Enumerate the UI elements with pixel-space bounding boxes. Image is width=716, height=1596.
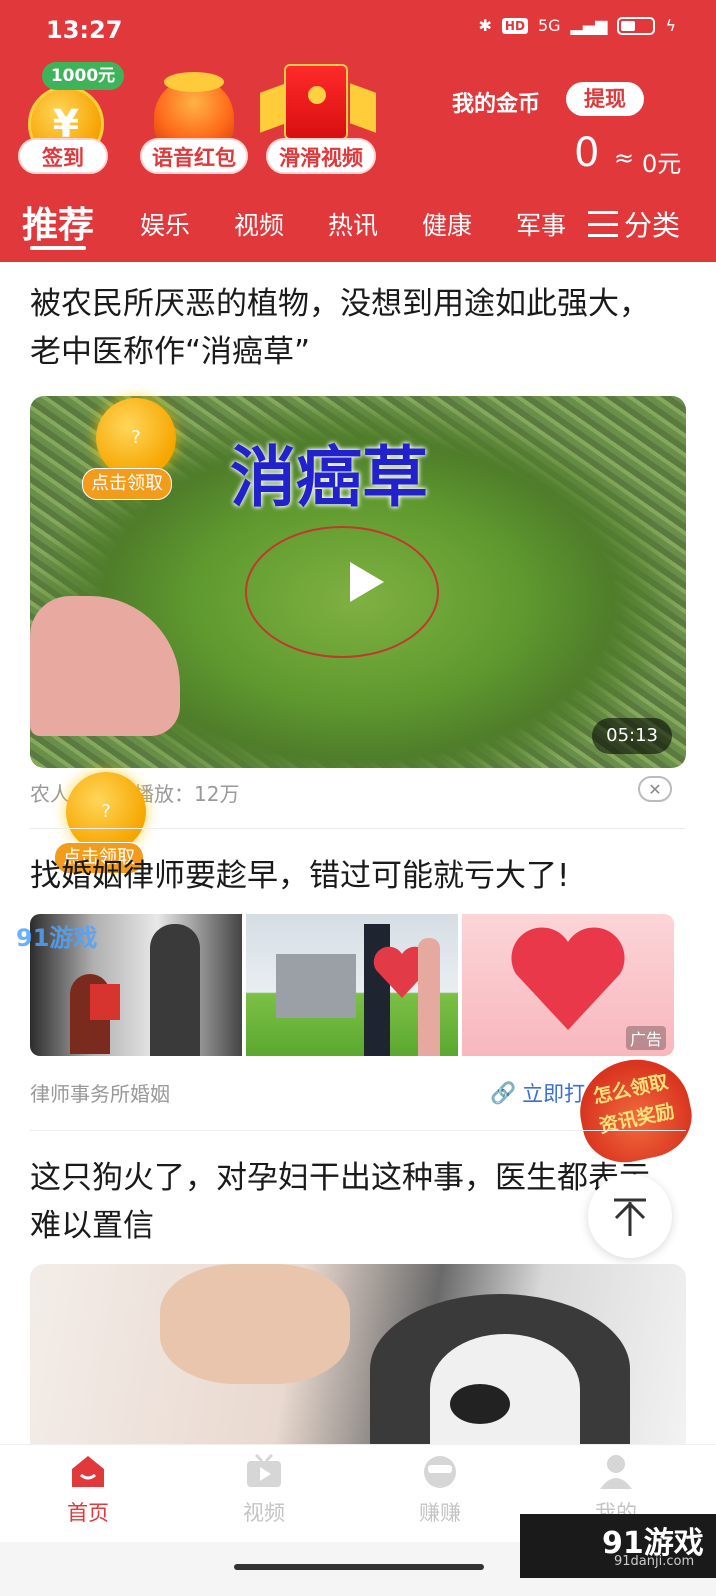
divider [30, 1130, 686, 1131]
category-button[interactable]: 分类 [588, 204, 680, 244]
ad-tag: 广告 [625, 1026, 666, 1050]
arrow-up-icon [614, 1198, 646, 1236]
ad-image[interactable]: 广告 [462, 914, 674, 1056]
ad-source: 律师事务所婚姻 [30, 1082, 170, 1106]
play-icon[interactable] [338, 556, 390, 608]
watermark-badge: 91游戏 91danji.com [520, 1514, 716, 1578]
bonus-tag: 1000元 [42, 62, 124, 90]
status-time: 13:27 [46, 16, 123, 44]
ad-title[interactable]: 找婚姻律师要趁早，错过可能就亏大了! [30, 852, 680, 900]
link-icon: 🔗 [490, 1080, 517, 1105]
home-icon [72, 1456, 104, 1487]
tab-entertainment[interactable]: 娱乐 [140, 206, 190, 242]
video-overlay-text: 消癌草 [230, 439, 428, 516]
battery-icon [617, 16, 656, 35]
nav-video-label: 视频 [243, 1501, 285, 1525]
nav-home-label: 首页 [67, 1501, 109, 1525]
open-link-label: 立即打 [522, 1082, 586, 1106]
reward-coin-icon[interactable]: ? [66, 772, 146, 852]
claim-reward-button[interactable]: 点击领取 [82, 468, 172, 500]
active-tab-indicator [30, 246, 86, 250]
watermark-site: 91danji.com [614, 1554, 695, 1569]
watermark-logo: 91游戏 [16, 924, 98, 952]
hd-badge: HD [501, 17, 528, 34]
status-icons: ✱ HD 5G ▂▄▆ ϟ [479, 16, 676, 35]
tab-recommend[interactable]: 推荐 [22, 196, 94, 248]
earn-face-icon [424, 1456, 456, 1488]
coin-balance: 0 [574, 130, 600, 176]
love-heart-icon [511, 927, 625, 1030]
close-icon[interactable]: ✕ [638, 776, 672, 802]
reward-coin-icon[interactable]: ? [96, 398, 176, 478]
tv-icon [247, 1453, 281, 1487]
divider [30, 828, 686, 829]
withdraw-button[interactable]: 提现 [566, 82, 644, 116]
open-link-button[interactable]: 🔗 立即打 [490, 1078, 585, 1108]
video-duration: 05:13 [592, 718, 672, 754]
red-envelope-icon [284, 64, 348, 140]
checkin-button[interactable]: 签到 [18, 138, 108, 174]
nav-video[interactable]: 视频 [204, 1453, 324, 1527]
nav-earn-label: 赚赚 [419, 1501, 461, 1525]
user-icon [600, 1455, 632, 1489]
reward-guide-text: 怎么领取 资讯奖励 [591, 1070, 677, 1138]
voice-red-packet-button[interactable]: 语音红包 [140, 138, 248, 174]
my-coins-label: 我的金币 [452, 92, 541, 117]
video-thumbnail[interactable] [30, 1264, 686, 1444]
wing-left-decoration [260, 83, 286, 133]
nav-earn[interactable]: 赚赚 [380, 1453, 500, 1527]
menu-icon [588, 211, 618, 237]
article-title[interactable]: 被农民所厌恶的植物，没想到用途如此强大，老中医称作“消癌草” [30, 280, 680, 376]
category-label: 分类 [624, 209, 681, 242]
wing-right-decoration [350, 83, 376, 133]
nav-home[interactable]: 首页 [28, 1453, 148, 1527]
play-count: 播放：12万 [134, 782, 240, 806]
article-source: 农人 [30, 782, 70, 806]
tab-military[interactable]: 军事 [516, 206, 566, 242]
home-indicator[interactable] [234, 1564, 484, 1570]
charging-icon: ϟ [665, 16, 676, 35]
reward-guide-sticker[interactable]: 怎么领取 资讯奖励 [570, 1049, 700, 1171]
tab-health[interactable]: 健康 [422, 206, 472, 242]
status-bar: 13:27 ✱ HD 5G ▂▄▆ ϟ [0, 0, 716, 62]
bluetooth-icon: ✱ [478, 16, 492, 35]
slide-video-button[interactable]: 滑滑视频 [266, 138, 376, 174]
finger-image [30, 596, 180, 736]
cash-balance: 0元 [642, 150, 682, 178]
tab-video[interactable]: 视频 [234, 206, 284, 242]
signal-icon: ▂▄▆ [570, 16, 608, 35]
article-title[interactable]: 这只狗火了，对孕妇干出这种事，医生都表示难以置信 [30, 1154, 650, 1250]
ad-image[interactable] [246, 914, 458, 1056]
tab-hot-news[interactable]: 热讯 [328, 206, 378, 242]
network-label: 5G [537, 16, 561, 35]
channel-tabs: 推荐 娱乐 视频 热讯 健康 军事 分类 [0, 196, 716, 256]
app-header: 13:27 ✱ HD 5G ▂▄▆ ϟ ¥ 1000元 签到 语音红包 滑滑视频… [0, 0, 716, 262]
back-to-top-button[interactable] [588, 1174, 672, 1258]
approx-sign: ≈ [614, 144, 635, 172]
